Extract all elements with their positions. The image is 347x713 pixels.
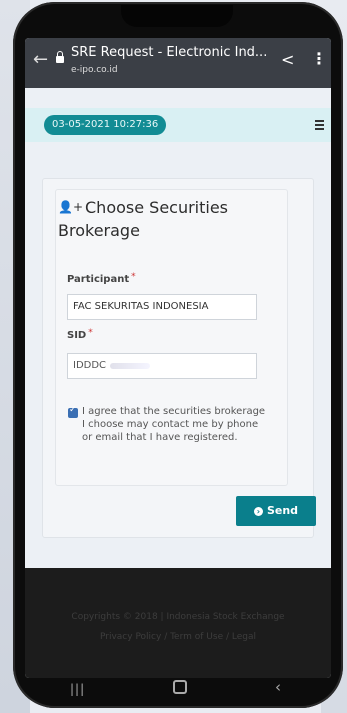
arrow-circle-icon: › bbox=[253, 507, 263, 516]
back-arrow-icon[interactable]: ← bbox=[33, 49, 48, 70]
home-icon[interactable] bbox=[173, 680, 187, 694]
page-url[interactable]: e-ipo.co.id bbox=[71, 65, 118, 75]
agree-text: I agree that the securities brokerage I … bbox=[82, 406, 266, 443]
app-header: 03-05-2021 10:27:36 bbox=[25, 108, 331, 142]
agree-checkbox[interactable] bbox=[68, 405, 78, 418]
form-title: 👤+ Choose Securities Brokerage bbox=[58, 196, 268, 242]
participant-label: Participant * bbox=[67, 272, 136, 285]
form-title-text: Choose Securities Brokerage bbox=[58, 198, 229, 240]
required-mark: * bbox=[131, 272, 136, 282]
recent-apps-icon[interactable]: ||| bbox=[70, 682, 85, 696]
android-navbar: ||| ‹ bbox=[25, 678, 331, 704]
phone-screen: ← SRE Request - Electronic Ind... e-ipo.… bbox=[25, 38, 331, 678]
back-icon[interactable]: ‹ bbox=[275, 678, 281, 696]
required-mark: * bbox=[88, 328, 93, 338]
brokerage-card: 👤+ Choose Securities Brokerage Participan… bbox=[42, 178, 316, 538]
more-vertical-icon[interactable]: ⋮ bbox=[311, 49, 327, 68]
add-user-icon: 👤+ bbox=[58, 200, 83, 214]
form-panel: 👤+ Choose Securities Brokerage Participan… bbox=[55, 189, 288, 486]
sid-label: SID * bbox=[67, 328, 93, 341]
hamburger-icon[interactable] bbox=[315, 120, 324, 132]
sid-label-text: SID bbox=[67, 330, 87, 341]
browser-toolbar: ← SRE Request - Electronic Ind... e-ipo.… bbox=[25, 38, 331, 88]
page-title: SRE Request - Electronic Ind... bbox=[71, 45, 268, 60]
share-icon[interactable]: < bbox=[281, 50, 294, 69]
send-label: Send bbox=[266, 504, 299, 517]
footer-links[interactable]: Privacy Policy / Term of Use / Legal bbox=[25, 632, 331, 642]
participant-label-text: Participant bbox=[67, 274, 130, 285]
phone-notch bbox=[121, 5, 233, 27]
sid-input[interactable]: IDDDC bbox=[67, 353, 257, 379]
datetime-badge: 03-05-2021 10:27:36 bbox=[44, 115, 167, 135]
send-button[interactable]: › Send bbox=[236, 496, 316, 526]
page-footer: Copyrights © 2018 | Indonesia Stock Exch… bbox=[25, 568, 331, 678]
lock-icon bbox=[56, 51, 64, 63]
participant-input[interactable]: FAC SEKURITAS INDONESIA bbox=[67, 294, 257, 320]
phone-frame: ← SRE Request - Electronic Ind... e-ipo.… bbox=[13, 2, 343, 708]
copyright-text: Copyrights © 2018 | Indonesia Stock Exch… bbox=[71, 612, 285, 622]
